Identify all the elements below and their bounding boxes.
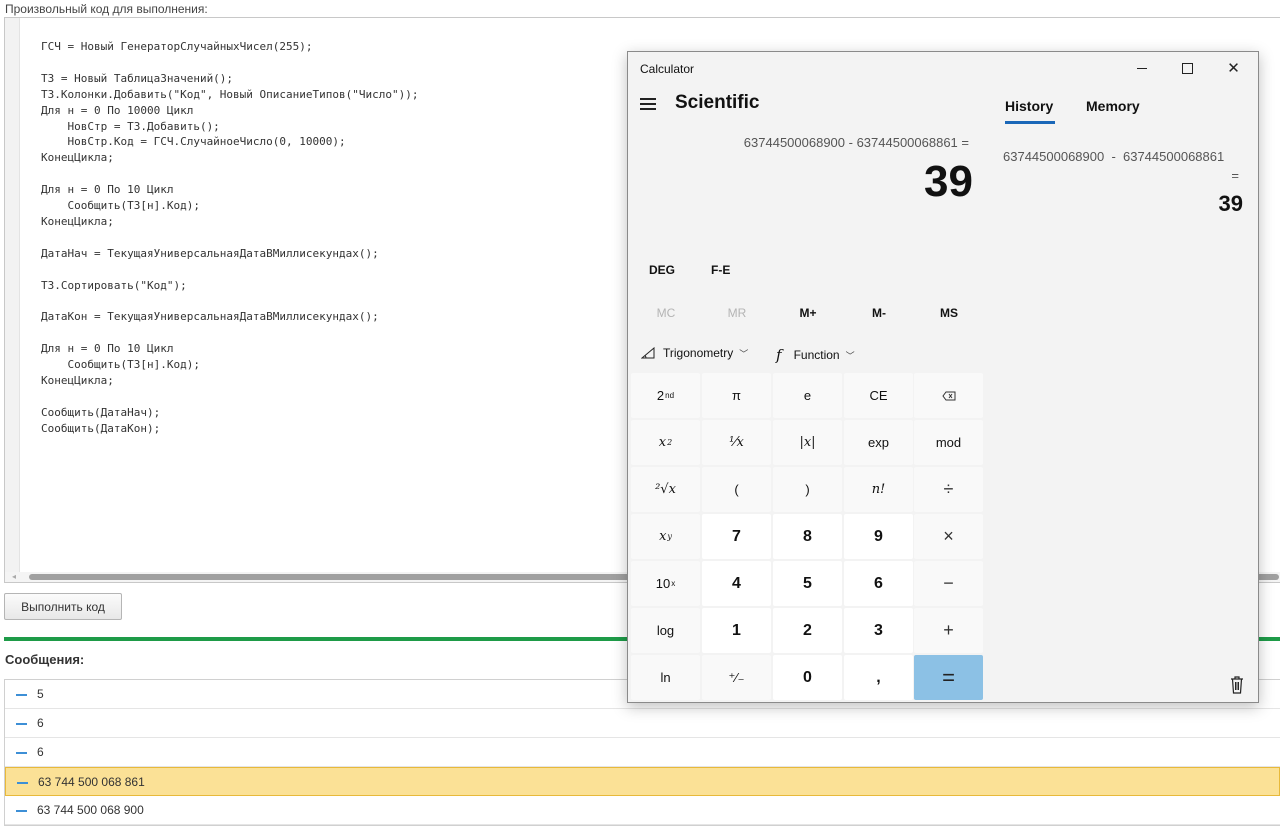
active-tab-indicator bbox=[1005, 121, 1055, 124]
backspace-icon bbox=[941, 391, 955, 400]
left-paren-key[interactable]: ( bbox=[702, 467, 771, 512]
five-key[interactable]: 5 bbox=[773, 561, 842, 606]
equals-key[interactable]: = bbox=[914, 655, 983, 700]
triangle-icon bbox=[641, 347, 655, 359]
seven-key[interactable]: 7 bbox=[702, 514, 771, 559]
nine-key[interactable]: 9 bbox=[844, 514, 913, 559]
two-key[interactable]: 2 bbox=[773, 608, 842, 653]
power-key[interactable]: xy bbox=[631, 514, 700, 559]
m-plus-button[interactable]: M+ bbox=[773, 306, 843, 320]
square-key-sup: 2 bbox=[667, 438, 673, 447]
function-icon: f bbox=[776, 346, 782, 364]
history-equals: = bbox=[1231, 168, 1239, 183]
code-gutter bbox=[5, 18, 20, 574]
chevron-down-icon: ﹀ bbox=[845, 350, 855, 361]
maximize-button[interactable] bbox=[1165, 52, 1210, 84]
minimize-button[interactable] bbox=[1119, 52, 1164, 84]
history-expression[interactable]: 63744500068900 - 63744500068861 bbox=[1003, 149, 1224, 164]
square-key-label: x bbox=[658, 435, 667, 450]
abs-key[interactable]: |x| bbox=[773, 420, 842, 465]
power-key-label: x bbox=[659, 529, 667, 544]
zero-key[interactable]: 0 bbox=[773, 655, 842, 700]
four-key[interactable]: 4 bbox=[702, 561, 771, 606]
eight-key[interactable]: 8 bbox=[773, 514, 842, 559]
message-text: 6 bbox=[37, 745, 44, 759]
divide-key[interactable]: ÷ bbox=[914, 467, 983, 512]
window-title: Calculator bbox=[640, 62, 695, 76]
ten-power-key[interactable]: 10 x bbox=[631, 561, 700, 606]
message-text: 63 744 500 068 861 bbox=[38, 775, 145, 789]
trigonometry-label: Trigonometry bbox=[663, 346, 734, 360]
pi-key[interactable]: π bbox=[702, 373, 771, 418]
trigonometry-dropdown[interactable]: Trigonometry ﹀ bbox=[641, 346, 748, 360]
mc-button[interactable]: MC bbox=[631, 306, 701, 320]
code-caption: Произвольный код для выполнения: bbox=[5, 2, 208, 16]
close-button[interactable]: ✕ bbox=[1211, 52, 1256, 84]
decimal-key[interactable]: , bbox=[844, 655, 913, 700]
ten-power-key-sup: x bbox=[671, 579, 676, 588]
mod-key[interactable]: mod bbox=[914, 420, 983, 465]
negate-key[interactable]: ⁺∕₋ bbox=[702, 655, 771, 700]
ten-power-key-label: 10 bbox=[655, 576, 671, 591]
angle-mode-button[interactable]: DEG bbox=[649, 263, 675, 277]
message-text: 5 bbox=[37, 687, 44, 701]
second-key-sup: nd bbox=[665, 391, 675, 400]
right-paren-key[interactable]: ) bbox=[773, 467, 842, 512]
ln-key[interactable]: ln bbox=[631, 655, 700, 700]
minimize-icon bbox=[1136, 67, 1147, 69]
power-key-sup: y bbox=[667, 532, 672, 541]
code-text[interactable]: ГСЧ = Новый ГенераторСлучайныхЧисел(255)… bbox=[41, 39, 419, 437]
message-dash-icon bbox=[17, 782, 28, 784]
backspace-key[interactable] bbox=[914, 373, 983, 418]
root-key[interactable]: ²√x bbox=[631, 467, 700, 512]
three-key[interactable]: 3 bbox=[844, 608, 913, 653]
tab-memory[interactable]: Memory bbox=[1086, 98, 1140, 114]
tab-history[interactable]: History bbox=[1005, 98, 1053, 114]
message-text: 63 744 500 068 900 bbox=[37, 803, 144, 817]
messages-title: Сообщения: bbox=[5, 652, 85, 667]
scroll-left-icon[interactable]: ◂ bbox=[12, 572, 16, 582]
ms-button[interactable]: MS bbox=[914, 306, 984, 320]
close-icon: ✕ bbox=[1227, 60, 1240, 77]
run-code-button[interactable]: Выполнить код bbox=[4, 593, 122, 620]
calculator-window: Calculator ✕ Scientific 63744500068900 -… bbox=[627, 51, 1259, 703]
message-dash-icon bbox=[16, 810, 27, 812]
message-dash-icon bbox=[16, 694, 27, 696]
message-row[interactable]: 6 bbox=[5, 738, 1280, 767]
message-row[interactable]: 63 744 500 068 861 bbox=[5, 767, 1280, 796]
plus-key[interactable]: + bbox=[914, 608, 983, 653]
fe-button[interactable]: F-E bbox=[711, 263, 730, 277]
e-key[interactable]: e bbox=[773, 373, 842, 418]
mode-title: Scientific bbox=[675, 92, 760, 113]
factorial-key[interactable]: n! bbox=[844, 467, 913, 512]
expression-display: 63744500068900 - 63744500068861 = bbox=[743, 135, 969, 150]
function-label: Function bbox=[793, 348, 840, 362]
chevron-down-icon: ﹀ bbox=[739, 348, 749, 359]
second-key-label: 2 bbox=[656, 388, 665, 403]
function-dropdown[interactable]: f Function ﹀ bbox=[776, 346, 855, 364]
second-key[interactable]: 2nd bbox=[631, 373, 700, 418]
six-key[interactable]: 6 bbox=[844, 561, 913, 606]
message-text: 6 bbox=[37, 716, 44, 730]
square-key[interactable]: x2 bbox=[631, 420, 700, 465]
reciprocal-key[interactable]: ⅟x bbox=[702, 420, 771, 465]
message-row[interactable]: 63 744 500 068 900 bbox=[5, 796, 1280, 825]
trash-icon[interactable] bbox=[1230, 676, 1244, 694]
multiply-key[interactable]: × bbox=[914, 514, 983, 559]
menu-icon[interactable] bbox=[640, 98, 656, 113]
minus-key[interactable]: − bbox=[914, 561, 983, 606]
m-minus-button[interactable]: M- bbox=[844, 306, 914, 320]
result-display: 39 bbox=[924, 157, 973, 206]
one-key[interactable]: 1 bbox=[702, 608, 771, 653]
maximize-icon bbox=[1182, 62, 1193, 74]
message-dash-icon bbox=[16, 752, 27, 754]
clear-entry-key[interactable]: CE bbox=[844, 373, 913, 418]
history-result[interactable]: 39 bbox=[1219, 191, 1243, 217]
message-dash-icon bbox=[16, 723, 27, 725]
message-row[interactable]: 6 bbox=[5, 709, 1280, 738]
mr-button[interactable]: MR bbox=[702, 306, 772, 320]
log-key[interactable]: log bbox=[631, 608, 700, 653]
exp-key[interactable]: exp bbox=[844, 420, 913, 465]
